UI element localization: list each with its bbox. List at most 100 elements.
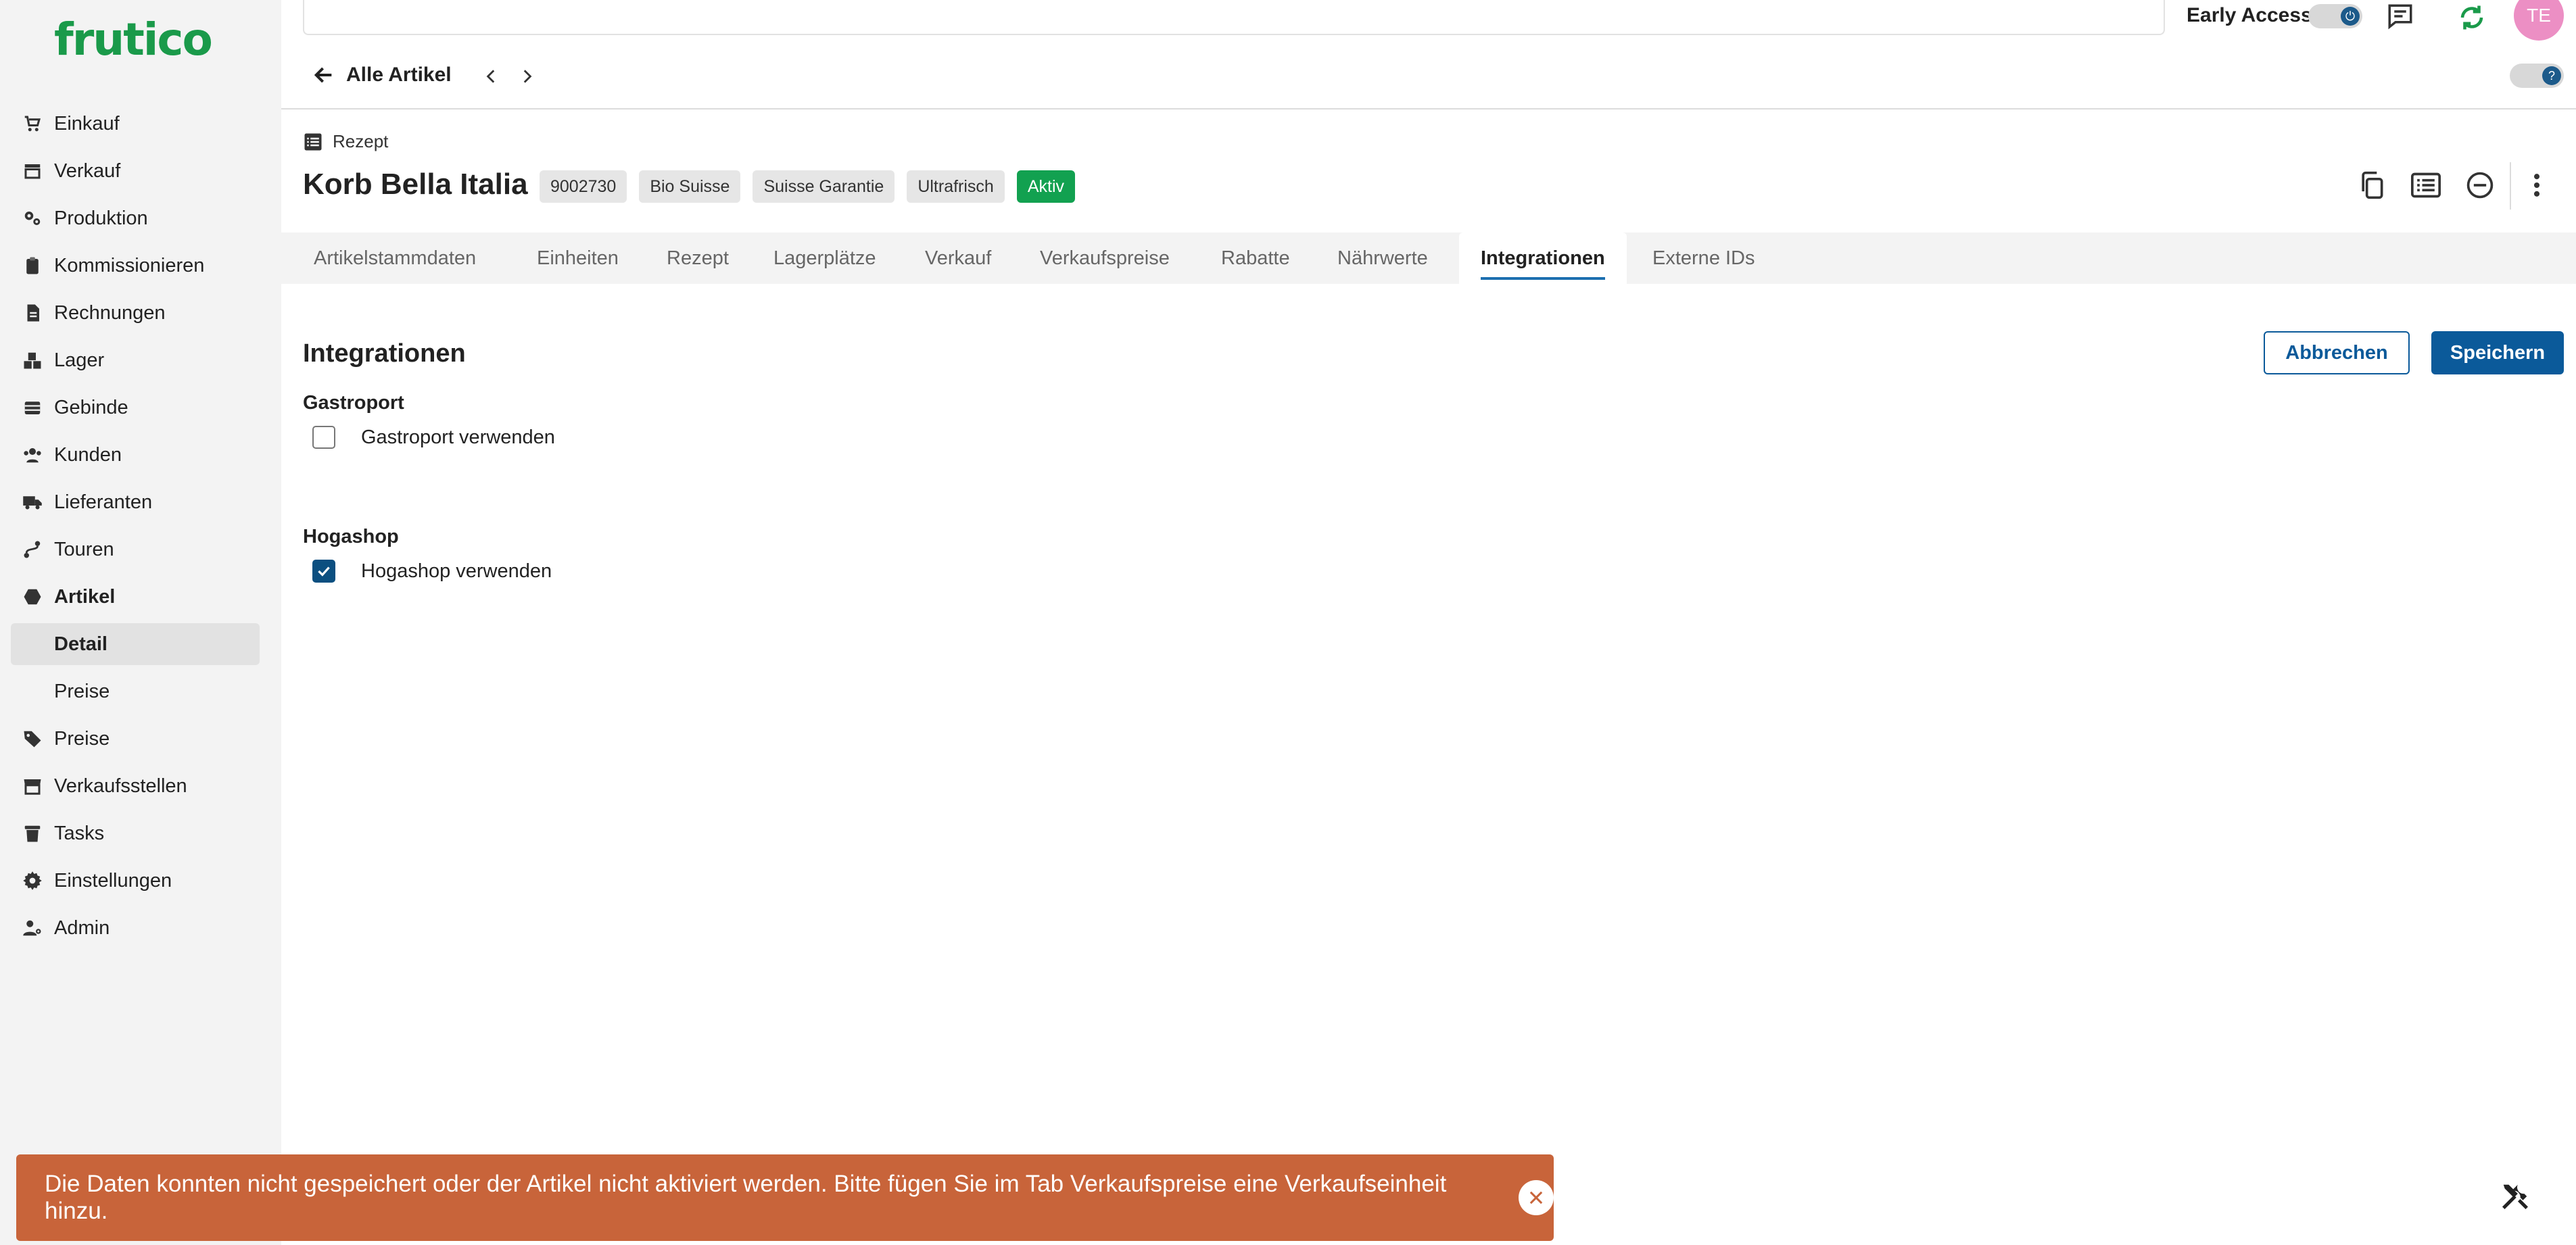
cancel-button[interactable]: Abbrechen [2264, 331, 2410, 374]
article-type: Rezept [303, 131, 388, 152]
article-tabs: Artikelstammdaten Einheiten Rezept Lager… [281, 233, 2576, 284]
previous-article-button[interactable] [480, 65, 503, 88]
hogashop-checkbox-label: Hogashop verwenden [361, 560, 552, 582]
global-search-bar[interactable] [303, 0, 2165, 35]
gastroport-checkbox[interactable] [312, 426, 335, 449]
sidebar-item-gebinde[interactable]: Gebinde [0, 384, 281, 431]
toast-message: Die Daten konnten nicht gespeichert oder… [45, 1171, 1447, 1224]
deactivate-button[interactable] [2461, 166, 2499, 204]
label-badge: Bio Suisse [639, 170, 741, 203]
sidebar-nav: Einkauf Verkauf Produktion Kommissionier… [0, 100, 281, 952]
save-button[interactable]: Speichern [2431, 331, 2564, 374]
sidebar-item-label: Detail [54, 633, 108, 655]
boxes-icon [20, 348, 45, 372]
header-divider [281, 108, 2576, 109]
sidebar-item-label: Verkaufsstellen [54, 775, 187, 797]
user-avatar[interactable]: TE [2514, 0, 2564, 41]
error-toast: Die Daten konnten nicht gespeichert oder… [16, 1154, 1554, 1241]
help-icon: ? [2542, 66, 2561, 85]
tab-naehrwerte[interactable]: Nährwerte [1337, 233, 1428, 284]
gastroport-option[interactable]: Gastroport verwenden [312, 426, 555, 449]
sidebar-subitem-preise[interactable]: Preise [0, 668, 281, 715]
dev-tools-button[interactable] [2498, 1179, 2533, 1214]
next-article-button[interactable] [515, 65, 538, 88]
sidebar-item-preise[interactable]: Preise [0, 715, 281, 762]
user-gear-icon [20, 916, 45, 940]
power-icon: ⏻ [2341, 7, 2360, 26]
article-type-label: Rezept [333, 131, 389, 151]
tab-lagerplaetze[interactable]: Lagerplätze [773, 233, 876, 284]
chat-icon[interactable] [2384, 0, 2416, 32]
chevron-left-icon [486, 70, 495, 83]
sidebar-item-lieferanten[interactable]: Lieferanten [0, 479, 281, 526]
list-details-icon [2411, 172, 2441, 198]
sync-icon[interactable] [2456, 1, 2488, 34]
label-badge: Ultrafrisch [907, 170, 1005, 203]
sidebar-item-tasks[interactable]: Tasks [0, 810, 281, 857]
sidebar-subitem-detail[interactable]: Detail [11, 623, 260, 665]
copy-button[interactable] [2353, 166, 2391, 204]
sidebar-item-kunden[interactable]: Kunden [0, 431, 281, 479]
tab-artikelstammdaten[interactable]: Artikelstammdaten [314, 233, 476, 284]
sidebar-item-label: Preise [54, 680, 110, 702]
sidebar-item-label: Tasks [54, 822, 105, 844]
sidebar-item-verkauf[interactable]: Verkauf [0, 147, 281, 195]
help-toggle[interactable]: ? [2510, 64, 2564, 88]
sidebar-item-label: Produktion [54, 207, 148, 229]
sidebar-item-kommissionieren[interactable]: Kommissionieren [0, 242, 281, 289]
sidebar-item-label: Kunden [54, 443, 122, 466]
sidebar-item-einstellungen[interactable]: Einstellungen [0, 857, 281, 904]
sidebar-item-rechnungen[interactable]: Rechnungen [0, 289, 281, 337]
sidebar-item-label: Preise [54, 727, 110, 750]
back-to-all-articles[interactable]: Alle Artikel [312, 64, 452, 87]
back-label: Alle Artikel [346, 64, 452, 86]
sidebar-item-label: Kommissionieren [54, 254, 205, 276]
sidebar: frutico Einkauf Verkauf Produktion Kommi… [0, 0, 281, 1245]
tab-rezept[interactable]: Rezept [667, 233, 729, 284]
details-list-button[interactable] [2407, 166, 2445, 204]
route-icon [20, 537, 45, 562]
sidebar-item-verkaufsstellen[interactable]: Verkaufsstellen [0, 762, 281, 810]
minus-circle-icon [2466, 172, 2494, 199]
tab-integrationen[interactable]: Integrationen [1459, 233, 1627, 284]
tab-einheiten[interactable]: Einheiten [537, 233, 619, 284]
sidebar-item-label: Artikel [54, 585, 116, 608]
shop-icon [20, 774, 45, 798]
toast-close-button[interactable] [1519, 1180, 1554, 1215]
tab-verkaufspreise[interactable]: Verkaufspreise [1040, 233, 1170, 284]
tab-verkauf[interactable]: Verkauf [925, 233, 991, 284]
gastroport-checkbox-label: Gastroport verwenden [361, 426, 555, 448]
tags-icon [20, 727, 45, 751]
hexagon-icon [20, 585, 45, 609]
more-options-button[interactable] [2518, 166, 2556, 204]
sidebar-item-label: Lager [54, 349, 105, 371]
gear-icon [20, 869, 45, 893]
header-actions-divider [2510, 162, 2511, 210]
hogashop-option[interactable]: Hogashop verwenden [312, 560, 552, 583]
users-icon [20, 443, 45, 467]
frutico-logo[interactable]: frutico [54, 14, 213, 66]
sidebar-item-label: Admin [54, 917, 110, 939]
sidebar-item-artikel[interactable]: Artikel [0, 573, 281, 620]
tab-externe-ids[interactable]: Externe IDs [1652, 233, 1755, 284]
copy-icon [2362, 171, 2383, 199]
list-icon [304, 133, 322, 150]
label-badge: Suisse Garantie [753, 170, 895, 203]
sidebar-item-label: Rechnungen [54, 301, 166, 324]
store-icon [20, 159, 45, 183]
tab-rabatte[interactable]: Rabatte [1221, 233, 1290, 284]
sidebar-item-produktion[interactable]: Produktion [0, 195, 281, 242]
sidebar-item-touren[interactable]: Touren [0, 526, 281, 573]
article-number-badge: 9002730 [540, 170, 627, 203]
hogashop-checkbox[interactable] [312, 560, 335, 583]
tab-label: Integrationen [1481, 247, 1605, 269]
trash-icon [20, 821, 45, 846]
sidebar-item-admin[interactable]: Admin [0, 904, 281, 952]
clipboard-icon [20, 253, 45, 278]
sidebar-item-lager[interactable]: Lager [0, 337, 281, 384]
sidebar-item-einkauf[interactable]: Einkauf [0, 100, 281, 147]
sidebar-item-label: Verkauf [54, 160, 121, 182]
section-title: Integrationen [303, 339, 466, 368]
early-access-toggle[interactable]: ⏻ [2308, 4, 2362, 28]
sidebar-item-label: Einstellungen [54, 869, 172, 892]
